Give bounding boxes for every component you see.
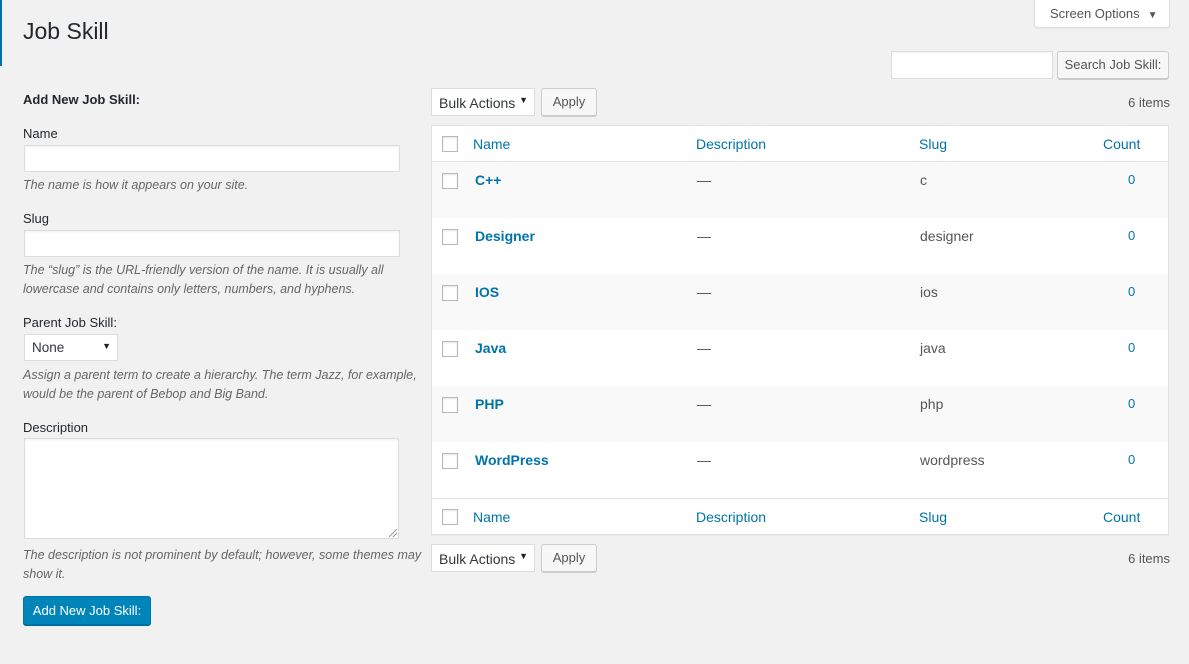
- column-count-sort-footer[interactable]: Count: [1103, 509, 1140, 525]
- term-count-link[interactable]: 0: [1128, 172, 1135, 187]
- form-heading: Add New Job Skill:: [23, 92, 141, 107]
- column-count-sort[interactable]: Count: [1103, 136, 1140, 152]
- search-button[interactable]: Search Job Skill:: [1057, 51, 1169, 79]
- row-checkbox[interactable]: [442, 285, 458, 301]
- select-all-checkbox[interactable]: [442, 136, 458, 152]
- items-count-bottom: 6 items: [1128, 551, 1170, 566]
- column-slug-sort-footer[interactable]: Slug: [919, 509, 947, 525]
- apply-button-top[interactable]: Apply: [541, 88, 597, 116]
- parent-label: Parent Job Skill:: [23, 315, 117, 330]
- term-count-link[interactable]: 0: [1128, 452, 1135, 467]
- screen-options-label: Screen Options: [1050, 6, 1140, 21]
- name-input[interactable]: [24, 145, 400, 172]
- term-description: —: [697, 284, 711, 300]
- table-row: WordPress — wordpress 0: [432, 442, 1168, 498]
- slug-label: Slug: [23, 211, 50, 226]
- dropdown-arrow-icon: ▼: [519, 95, 528, 105]
- slug-input[interactable]: [24, 230, 400, 257]
- term-name-link[interactable]: C++: [475, 172, 501, 188]
- table-row: IOS — ios 0: [432, 274, 1168, 330]
- slug-help: The “slug” is the URL-friendly version o…: [23, 263, 384, 296]
- term-description: —: [697, 452, 711, 468]
- column-slug-sort[interactable]: Slug: [919, 136, 947, 152]
- column-description-sort[interactable]: Description: [696, 136, 766, 152]
- admin-menu-edge: [0, 0, 2, 66]
- row-checkbox[interactable]: [442, 397, 458, 413]
- description-textarea[interactable]: [24, 438, 399, 539]
- search-input[interactable]: [891, 51, 1053, 79]
- term-name-link[interactable]: Java: [475, 340, 506, 356]
- column-name-sort[interactable]: Name: [473, 136, 510, 152]
- term-name-link[interactable]: PHP: [475, 396, 504, 412]
- term-slug: java: [920, 340, 946, 356]
- parent-help: Assign a parent term to create a hierarc…: [23, 368, 417, 401]
- bulk-actions-label: Bulk Actions: [439, 551, 516, 567]
- row-checkbox[interactable]: [442, 173, 458, 189]
- term-count-link[interactable]: 0: [1128, 284, 1135, 299]
- dropdown-arrow-icon: ▼: [519, 551, 528, 561]
- term-description: —: [697, 228, 711, 244]
- bulk-actions-label: Bulk Actions: [439, 95, 516, 111]
- column-name-sort-footer[interactable]: Name: [473, 509, 510, 525]
- screen-options-toggle[interactable]: Screen Options ▼: [1034, 0, 1170, 28]
- term-name-link[interactable]: Designer: [475, 228, 535, 244]
- name-label: Name: [23, 126, 58, 141]
- row-checkbox[interactable]: [442, 453, 458, 469]
- term-count-link[interactable]: 0: [1128, 228, 1135, 243]
- dropdown-arrow-icon: ▼: [102, 341, 111, 351]
- row-checkbox[interactable]: [442, 229, 458, 245]
- term-slug: c: [920, 172, 927, 188]
- term-slug: designer: [920, 228, 974, 244]
- select-all-checkbox-footer[interactable]: [442, 509, 458, 525]
- table-row: Designer — designer 0: [432, 218, 1168, 274]
- description-label: Description: [23, 420, 89, 435]
- description-help: The description is not prominent by defa…: [23, 548, 422, 581]
- column-description-sort-footer[interactable]: Description: [696, 509, 766, 525]
- term-slug: wordpress: [920, 452, 985, 468]
- term-name-link[interactable]: WordPress: [475, 452, 549, 468]
- caret-down-icon: ▼: [1147, 10, 1158, 21]
- term-name-link[interactable]: IOS: [475, 284, 499, 300]
- bulk-actions-select-bottom[interactable]: Bulk Actions ▼: [431, 544, 535, 572]
- term-slug: ios: [920, 284, 938, 300]
- terms-table: Name Description Slug Count C++ — c 0 De…: [431, 125, 1169, 535]
- page-title: Job Skill: [23, 18, 109, 44]
- items-count-top: 6 items: [1128, 95, 1170, 110]
- table-row: C++ — c 0: [432, 162, 1168, 218]
- resize-handle-icon[interactable]: [389, 529, 397, 537]
- table-footer: Name Description Slug Count: [432, 498, 1168, 534]
- parent-select-value: None: [32, 340, 65, 355]
- term-slug: php: [920, 396, 944, 412]
- table-header: Name Description Slug Count: [432, 126, 1168, 162]
- apply-button-bottom[interactable]: Apply: [541, 544, 597, 572]
- term-description: —: [697, 396, 711, 412]
- term-description: —: [697, 340, 711, 356]
- name-help: The name is how it appears on your site.: [23, 178, 249, 192]
- bulk-actions-select-top[interactable]: Bulk Actions ▼: [431, 88, 535, 116]
- table-row: Java — java 0: [432, 330, 1168, 386]
- term-description: —: [697, 172, 711, 188]
- table-row: PHP — php 0: [432, 386, 1168, 442]
- add-new-job-skill-button[interactable]: Add New Job Skill:: [23, 596, 151, 625]
- row-checkbox[interactable]: [442, 341, 458, 357]
- term-count-link[interactable]: 0: [1128, 396, 1135, 411]
- term-count-link[interactable]: 0: [1128, 340, 1135, 355]
- parent-select[interactable]: None ▼: [24, 334, 118, 361]
